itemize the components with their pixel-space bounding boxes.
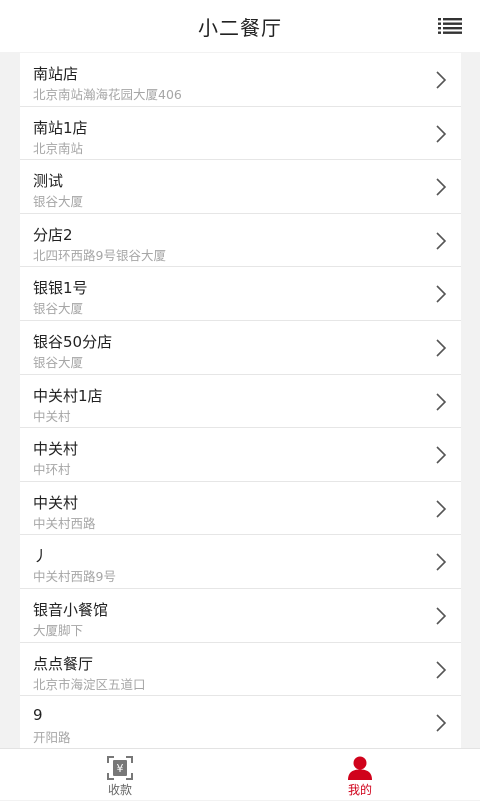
restaurant-list: 南站店 北京南站瀚海花园大厦406 南站1店 北京南站 测试 银谷大厦 分店2 北四环西路9号… <box>20 53 461 748</box>
list-item[interactable]: 南站1店北京南站 <box>20 106 461 161</box>
restaurant-name: 银谷50分店 <box>33 332 113 351</box>
chevron-right-icon <box>436 285 447 303</box>
restaurant-name: 南站店 <box>33 65 79 83</box>
restaurant-address: 北京市海淀区五道口 <box>33 676 146 692</box>
chevron-right-icon <box>436 446 447 464</box>
restaurant-address: 北京南站瀚海花园大厦406 <box>33 87 182 102</box>
chevron-right-icon <box>436 339 447 357</box>
tab-label: 收款 <box>107 783 132 797</box>
restaurant-address: 银谷大厦 <box>33 301 84 317</box>
restaurant-name: 银银1号 <box>33 279 88 298</box>
restaurant-name: 点点餐厅 <box>33 654 94 673</box>
restaurant-address: 大厦脚下 <box>33 622 84 638</box>
chevron-right-icon <box>436 232 447 250</box>
list-item[interactable]: 银谷50分店 银谷大厦 <box>20 320 461 375</box>
restaurant-address: 中关村 <box>33 408 71 424</box>
restaurant-name: 中关村 <box>33 493 79 512</box>
chevron-right-icon <box>436 714 447 732</box>
list-item[interactable]: 中关村 中关村西路 <box>20 481 461 536</box>
list-menu-icon[interactable] <box>438 17 462 35</box>
list-item[interactable]: 银音小餐馆 大厦脚下 <box>20 588 461 643</box>
app-header: 小二餐厅 <box>0 0 480 52</box>
tab-collect-payment[interactable]: ¥ 收款 <box>0 749 240 801</box>
chevron-right-icon <box>436 125 447 143</box>
chevron-right-icon <box>436 500 447 518</box>
list-item[interactable]: 测试 银谷大厦 <box>20 160 461 214</box>
list-item[interactable]: 分店2 北四环西路9号银谷大厦 <box>20 213 461 268</box>
bottom-tab-bar: ¥ 收款 我的 <box>0 748 480 800</box>
page-title: 小二餐厅 <box>198 15 282 40</box>
svg-text:¥: ¥ <box>117 762 124 775</box>
restaurant-name: 分店2 <box>33 225 73 244</box>
restaurant-name: 中关村 <box>33 440 79 459</box>
restaurant-address: 开阳路 <box>33 730 71 746</box>
list-item[interactable]: 银银1号银谷大厦 <box>20 267 461 321</box>
restaurant-name: 南站1店 <box>33 118 88 137</box>
restaurant-name: 丿 <box>33 547 49 566</box>
tab-label: 我的 <box>347 783 372 797</box>
restaurant-address: 中关村西路 <box>33 515 96 531</box>
list-item[interactable]: 9 开阳路 <box>20 696 461 748</box>
chevron-right-icon <box>436 178 447 196</box>
list-item[interactable]: 中关村1店中关村 <box>20 374 461 429</box>
list-item[interactable]: 南站店北京南站瀚海花园大厦406 <box>20 53 461 107</box>
user-icon <box>348 756 372 780</box>
restaurant-address: 北京南站 <box>33 140 84 156</box>
restaurant-address: 银谷大厦 <box>33 194 84 210</box>
restaurant-name: 9 <box>33 706 43 725</box>
list-item[interactable]: 中关村 中环村 <box>20 428 461 482</box>
scan-yuan-icon: ¥ <box>107 756 133 780</box>
chevron-right-icon <box>436 660 447 679</box>
restaurant-address: 银谷大厦 <box>33 354 84 370</box>
chevron-right-icon <box>436 392 447 411</box>
restaurant-name: 银音小餐馆 <box>33 600 109 619</box>
restaurant-name: 中关村1店 <box>33 386 103 405</box>
restaurant-address: 北四环西路9号银谷大厦 <box>33 247 166 263</box>
restaurant-name: 测试 <box>33 172 64 191</box>
chevron-right-icon <box>436 553 447 571</box>
restaurant-address: 中关村西路9号 <box>33 569 116 585</box>
restaurant-address: 中环村 <box>33 462 71 478</box>
chevron-right-icon <box>436 71 447 89</box>
list-item[interactable]: 点点餐厅北京市海淀区五道口 <box>20 642 461 697</box>
tab-mine[interactable]: 我的 <box>240 749 480 801</box>
chevron-right-icon <box>436 607 447 625</box>
list-item[interactable]: 丿中关村西路9号 <box>20 535 461 589</box>
